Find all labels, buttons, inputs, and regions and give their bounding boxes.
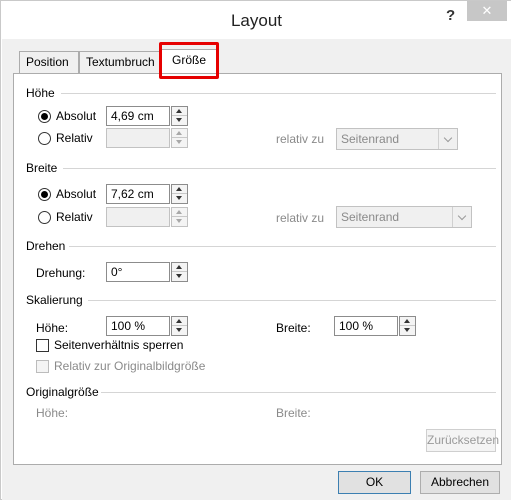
skalierung-breite-label: Breite: [276,321,311,335]
original-hoehe-label: Höhe: [36,406,69,420]
original-breite-label: Breite: [276,406,311,420]
drehung-spinner[interactable] [171,262,188,282]
hoehe-absolut-label: Absolut [56,109,97,123]
relative-original-label: Relativ zur Originalbildgröße [54,359,206,373]
hoehe-absolut-spinner[interactable] [171,106,188,126]
spin-up-icon[interactable] [172,107,187,116]
hoehe-relativ-zu-label: relativ zu [276,132,325,146]
hoehe-relativ-radio[interactable] [38,132,51,145]
dialog-title: Layout [230,11,283,30]
lock-aspect-checkbox[interactable] [36,339,49,352]
section-skalierung: Skalierung [26,293,83,307]
hoehe-relativ-spinner[interactable] [171,128,188,148]
cancel-button[interactable]: Abbrechen [420,471,500,494]
skalierung-hoehe-input[interactable]: 100 % [106,316,170,336]
layout-dialog: Layout ? ✕ Position Textumbruch Größe Hö… [0,0,511,500]
spin-up-icon[interactable] [400,317,415,326]
spin-down-icon[interactable] [172,116,187,125]
spin-down-icon[interactable] [172,272,187,281]
section-originalgroesse: Originalgröße [26,385,99,399]
skalierung-hoehe-label: Höhe: [36,321,69,335]
title-bar: Layout ? ✕ [1,1,511,39]
breite-relativ-input[interactable] [106,207,170,227]
select-value: Seitenrand [341,132,400,146]
spin-up-icon[interactable] [172,208,187,217]
section-breite: Breite [26,161,58,175]
divider [61,93,496,94]
spin-down-icon[interactable] [172,326,187,335]
divider [101,392,496,393]
spin-up-icon[interactable] [172,263,187,272]
select-value: Seitenrand [341,210,400,224]
chevron-down-icon[interactable] [438,129,457,149]
divider [63,168,496,169]
hoehe-relativ-label: Relativ [56,131,93,145]
spin-up-icon[interactable] [172,317,187,326]
breite-absolut-radio[interactable] [38,188,51,201]
hoehe-relativ-zu-select[interactable]: Seitenrand [336,128,458,150]
reset-button[interactable]: Zurücksetzen [426,429,499,452]
divider [69,246,496,247]
relative-original-checkbox[interactable] [36,360,49,373]
breite-relativ-label: Relativ [56,210,93,224]
tab-position[interactable]: Position [19,51,79,73]
spin-down-icon[interactable] [172,217,187,226]
breite-relativ-spinner[interactable] [171,207,188,227]
breite-relativ-zu-label: relativ zu [276,211,325,225]
spin-up-icon[interactable] [172,185,187,194]
divider [88,300,496,301]
skalierung-breite-spinner[interactable] [399,316,416,336]
breite-absolut-spinner[interactable] [171,184,188,204]
lock-aspect-label: Seitenverhältnis sperren [54,338,184,352]
breite-relativ-radio[interactable] [38,211,51,224]
tab-textumbruch[interactable]: Textumbruch [79,51,161,73]
spin-down-icon[interactable] [172,194,187,203]
spin-up-icon[interactable] [172,129,187,138]
section-drehen: Drehen [26,239,66,253]
section-hoehe: Höhe [26,86,55,100]
drehung-input[interactable]: 0° [106,262,170,282]
close-button[interactable]: ✕ [467,1,507,21]
hoehe-absolut-input[interactable]: 4,69 cm [106,106,170,126]
breite-absolut-label: Absolut [56,187,97,201]
skalierung-breite-input[interactable]: 100 % [334,316,398,336]
skalierung-hoehe-spinner[interactable] [171,316,188,336]
ok-button[interactable]: OK [338,471,411,494]
breite-relativ-zu-select[interactable]: Seitenrand [336,206,472,228]
tab-highlight-frame [159,42,219,79]
hoehe-relativ-input[interactable] [106,128,170,148]
spin-down-icon[interactable] [400,326,415,335]
breite-absolut-input[interactable]: 7,62 cm [106,184,170,204]
chevron-down-icon[interactable] [452,207,471,227]
spin-down-icon[interactable] [172,138,187,147]
help-button[interactable]: ? [446,7,455,24]
hoehe-absolut-radio[interactable] [38,110,51,123]
drehung-label: Drehung: [36,266,86,280]
